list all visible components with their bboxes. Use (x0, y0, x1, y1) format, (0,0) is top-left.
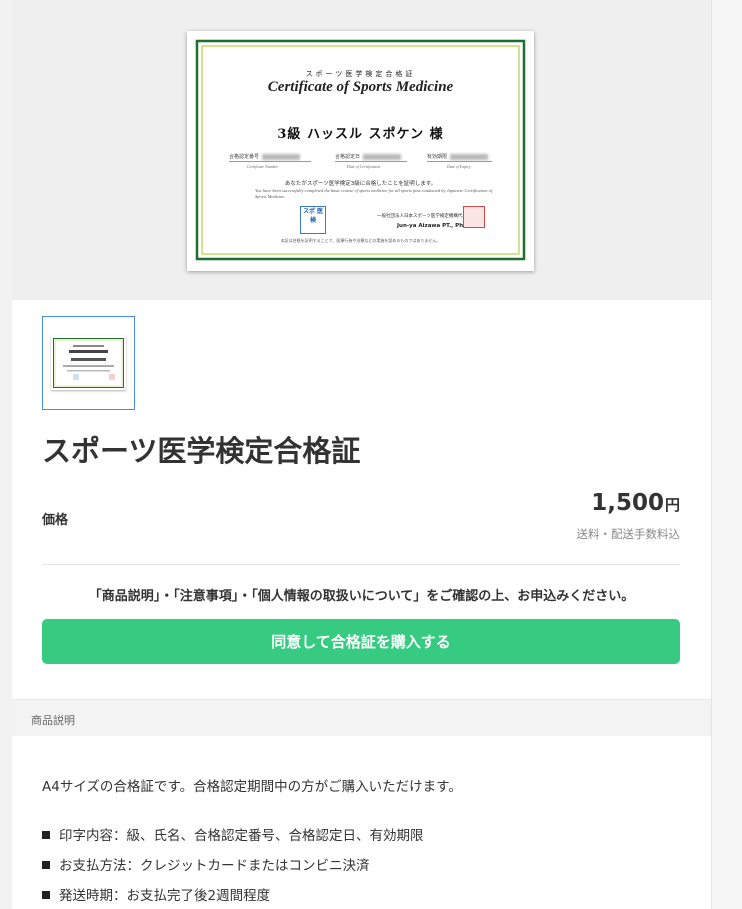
certificate-content: スポーツ医学検定合格証 Certificate of Sports Medici… (187, 31, 534, 271)
list-item: 発送時期：お支払完了後2週間程度 (42, 884, 424, 909)
certificate-rule (427, 161, 492, 162)
page-gutter-right (711, 0, 742, 909)
page-gutter-left (0, 0, 12, 909)
price: 1,500円 (591, 490, 680, 516)
product-thumbnail[interactable] (42, 316, 135, 410)
certificate-statement-en: You have been successfully completed the… (255, 188, 493, 199)
certificate-title-en: Certificate of Sports Medicine (267, 79, 454, 95)
certificate-recipient: 3級 ハッスル スポケン 様 (277, 127, 444, 142)
bullet-icon (42, 831, 50, 839)
certificate-title-jp: スポーツ医学検定合格証 (305, 70, 416, 78)
certificate-rule (335, 161, 407, 162)
certificate-field-number-en: Certificate Number (247, 164, 278, 169)
bullet-icon (42, 861, 50, 869)
certificate-rule (229, 161, 311, 162)
list-item: 印字内容：級、氏名、合格認定番号、合格認定日、有効期限 (42, 824, 424, 854)
product-title: スポーツ医学検定合格証 (42, 434, 361, 468)
divider (42, 564, 680, 565)
thumbnail-certificate-icon (53, 338, 124, 388)
certificate-field-date-en: Date of Certification (347, 164, 381, 169)
price-label: 価格 (42, 513, 69, 528)
description-list: 印字内容：級、氏名、合格認定番号、合格認定日、有効期限 お支払方法：クレジットカ… (42, 824, 424, 909)
purchase-button[interactable]: 同意して合格証を購入する (42, 619, 680, 664)
certificate-logo-icon: スポ 医検 (300, 206, 326, 234)
description-section-header: 商品説明 (12, 699, 711, 736)
certificate-image[interactable]: スポーツ医学検定合格証 Certificate of Sports Medici… (187, 31, 534, 271)
certificate-field-date: 合格認定日 (335, 153, 402, 160)
certificate-field-expiry: 有効期限 (427, 153, 489, 160)
list-item: お支払方法：クレジットカードまたはコンビニ決済 (42, 854, 424, 884)
price-amount: 1,500 (591, 490, 664, 516)
description-section-label: 商品説明 (31, 714, 75, 727)
description-lead: A4サイズの合格証です。合格認定期間中の方がご購入いただけます。 (42, 779, 462, 795)
certificate-field-expiry-en: Date of Expiry (447, 164, 471, 169)
certificate-field-number: 合格認定番号 (229, 153, 301, 160)
certificate-issuer: 一般社団法人日本スポーツ医学検定機構代表理事 (377, 214, 476, 219)
purchase-notice: 「商品説明」・「注意事項」・「個人情報の取扱いについて」をご確認の上、お申込みく… (88, 589, 635, 604)
certificate-statement-jp: あなたがスポーツ医学検定3級に合格したことを証明します。 (284, 181, 437, 187)
certificate-seal-icon (463, 206, 485, 228)
certificate-signer: Jun-ya Aizawa PT., PhD. (397, 223, 470, 229)
product-image-area: スポーツ医学検定合格証 Certificate of Sports Medici… (12, 0, 711, 300)
shipping-note: 送料・配送手数料込 (576, 527, 681, 541)
bullet-icon (42, 891, 50, 899)
product-panel: スポーツ医学検定合格証 Certificate of Sports Medici… (12, 0, 711, 909)
thumbnail-image (51, 336, 126, 390)
price-currency: 円 (664, 496, 680, 514)
certificate-footnote: 本証は合格を証明することで、医療行為や治療などの実施を認めるものではありません。 (280, 238, 441, 243)
